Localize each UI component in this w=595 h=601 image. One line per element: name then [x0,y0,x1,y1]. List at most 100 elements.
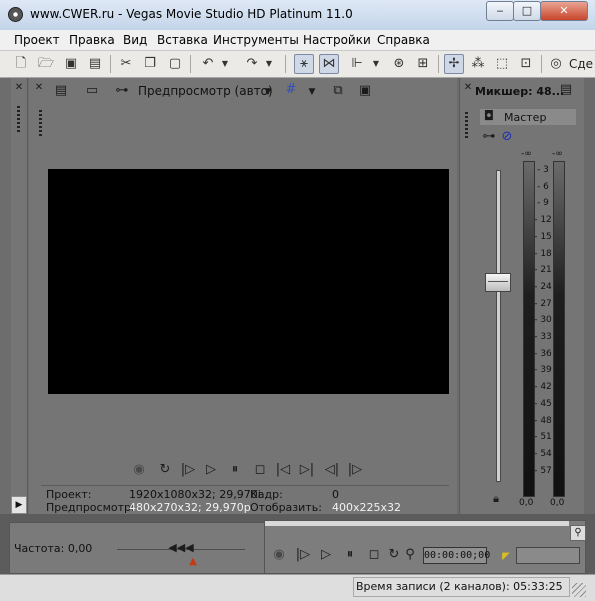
snapping-dropdown-icon[interactable]: ▼ [370,55,382,73]
expand-arrow-icon[interactable]: ▶ [11,496,27,514]
close-button[interactable]: ✕ [540,1,588,21]
video-preview-canvas[interactable] [48,169,449,394]
preview-value: 480x270x32; 29,970p [129,501,251,514]
meter-scale-tick: - 12 [534,215,552,226]
external-monitor-icon[interactable]: ▭ [83,83,101,99]
make-movie-icon[interactable]: ◎ [547,55,565,73]
meter-scale-tick: - 57 [534,465,552,476]
master-channel-name: Мастер [504,111,547,124]
overlays-dropdown-icon[interactable]: ▼ [306,84,318,100]
menu-help[interactable]: Справка [377,33,430,47]
close-icon[interactable]: ✕ [33,80,45,96]
normal-edit-tool-icon[interactable]: ✢ [444,54,464,74]
make-movie-label[interactable]: Сде [569,57,593,71]
video-properties-icon[interactable]: ▤ [53,83,69,99]
properties-icon[interactable]: ▤ [86,55,104,73]
close-icon[interactable]: ✕ [13,80,25,96]
copy-icon[interactable]: ❐ [141,55,159,73]
menu-edit[interactable]: Правка [69,33,115,47]
menu-project[interactable]: Проект [14,33,60,47]
quality-dropdown-icon[interactable]: ▼ [262,84,274,100]
master-fader-handle[interactable] [485,273,511,292]
record-icon[interactable]: ◉ [271,547,287,563]
envelope-tool-icon[interactable]: ⁂ [469,55,487,73]
frame-value: 0 [332,488,339,501]
lock-envelopes-icon[interactable]: ⊛ [390,55,408,73]
resize-grip-icon[interactable] [572,583,586,597]
microphone-icon[interactable]: ⚲ [404,547,416,563]
zoom-icon[interactable]: ⚲ [570,525,586,541]
bypass-icon[interactable]: ⊘ [500,129,514,145]
loop-icon[interactable]: ↻ [157,462,173,478]
drag-handle[interactable] [17,106,20,132]
pause-icon[interactable]: ⏸ [342,547,358,563]
frame-label: Кадр: [250,488,283,501]
auto-ripple-icon[interactable]: ⚹ [294,54,314,74]
split-screen-icon[interactable]: ⊶ [113,83,131,99]
meter-scale-tick: - 39 [534,365,552,376]
stop-icon[interactable]: ◻ [366,547,382,563]
preview-quality-select[interactable]: Предпросмотр (авто) [138,84,273,98]
mixer-properties-icon[interactable]: ▤ [558,82,574,98]
undo-dropdown-icon[interactable]: ▼ [219,55,231,73]
mixer-title: Микшер: 48... [475,85,565,98]
menu-tools[interactable]: Инструменты [213,33,299,47]
pause-icon[interactable]: ⏸ [227,462,243,478]
play-from-start-icon[interactable]: |▷ [294,547,312,563]
selection-tool-icon[interactable]: ⬚ [493,55,511,73]
open-folder-icon[interactable]: 🗁 [37,55,55,73]
redo-dropdown-icon[interactable]: ▼ [263,55,275,73]
snapping-icon[interactable]: ⊩ [348,55,366,73]
timecode-display[interactable]: 00:00:00;00 [423,547,490,564]
master-properties-icon[interactable]: ◘ [481,109,497,125]
go-to-end-icon[interactable]: ▷| [299,462,315,478]
meter-scale-tick: - 18 [534,248,552,259]
toolbar-separator [190,55,191,73]
drag-handle[interactable] [39,110,42,136]
stop-icon[interactable]: ◻ [252,462,268,478]
paste-icon[interactable]: ▢ [166,55,184,73]
undo-icon[interactable]: ↶ [199,55,217,73]
close-icon[interactable]: ✕ [462,80,474,96]
next-frame-icon[interactable]: |▷ [346,462,364,478]
marker-icon[interactable]: ◤ [501,549,511,565]
fx-chain-icon[interactable]: ⊶ [480,129,498,145]
fader-track[interactable] [496,170,501,482]
status-bar: Время записи (2 каналов): 05:33:25 [0,574,595,601]
meter-scale-tick: - 3 [537,165,549,175]
display-value: 400x225x32 [332,501,402,514]
save-snapshot-icon[interactable]: ▣ [357,83,373,99]
project-value: 1920x1080x32; 29,970i [129,488,261,501]
new-project-icon[interactable]: 🗋 [12,55,30,73]
minimize-button[interactable]: ‒ [486,1,514,21]
menu-options[interactable]: Настройки [303,33,371,47]
maximize-button[interactable]: □ [513,1,541,21]
play-icon[interactable]: ▷ [203,462,219,478]
project-label: Проект: [46,488,92,501]
zoom-tool-icon[interactable]: ⊡ [517,55,535,73]
play-from-start-icon[interactable]: |▷ [179,462,197,478]
menu-insert[interactable]: Вставка [157,33,208,47]
record-icon[interactable]: ◉ [131,462,147,478]
overlays-grid-icon[interactable]: # [283,82,299,98]
auto-crossfade-icon[interactable]: ⋈ [319,54,339,74]
ignore-grouping-icon[interactable]: ⊞ [414,55,432,73]
menu-view[interactable]: Вид [123,33,147,47]
cut-icon[interactable]: ✂ [117,55,135,73]
lock-icon[interactable]: 🔒︎ [489,491,503,507]
timeline-scroll[interactable] [265,521,569,526]
drag-handle[interactable] [465,112,468,138]
selection-length-display[interactable] [516,547,580,564]
previous-frame-icon[interactable]: ◁| [323,462,341,478]
menu-bar: Проект Правка Вид Вставка Инструменты На… [0,30,595,51]
go-to-start-icon[interactable]: |◁ [275,462,291,478]
save-icon[interactable]: ▣ [62,55,80,73]
left-dock-strip: ✕ [11,78,28,514]
play-icon[interactable]: ▷ [318,547,334,563]
copy-snapshot-icon[interactable]: ⧉ [330,83,346,99]
redo-icon[interactable]: ↷ [243,55,261,73]
loop-icon[interactable]: ↻ [386,547,402,563]
meter-scale: - 3 - 6 - 9 - 12 - 15 - 18 - 21 - 24 - 27 - 30 - 3… [528,161,558,495]
toolbar-separator [438,55,439,73]
meter-scale-tick: - 21 [534,265,552,276]
